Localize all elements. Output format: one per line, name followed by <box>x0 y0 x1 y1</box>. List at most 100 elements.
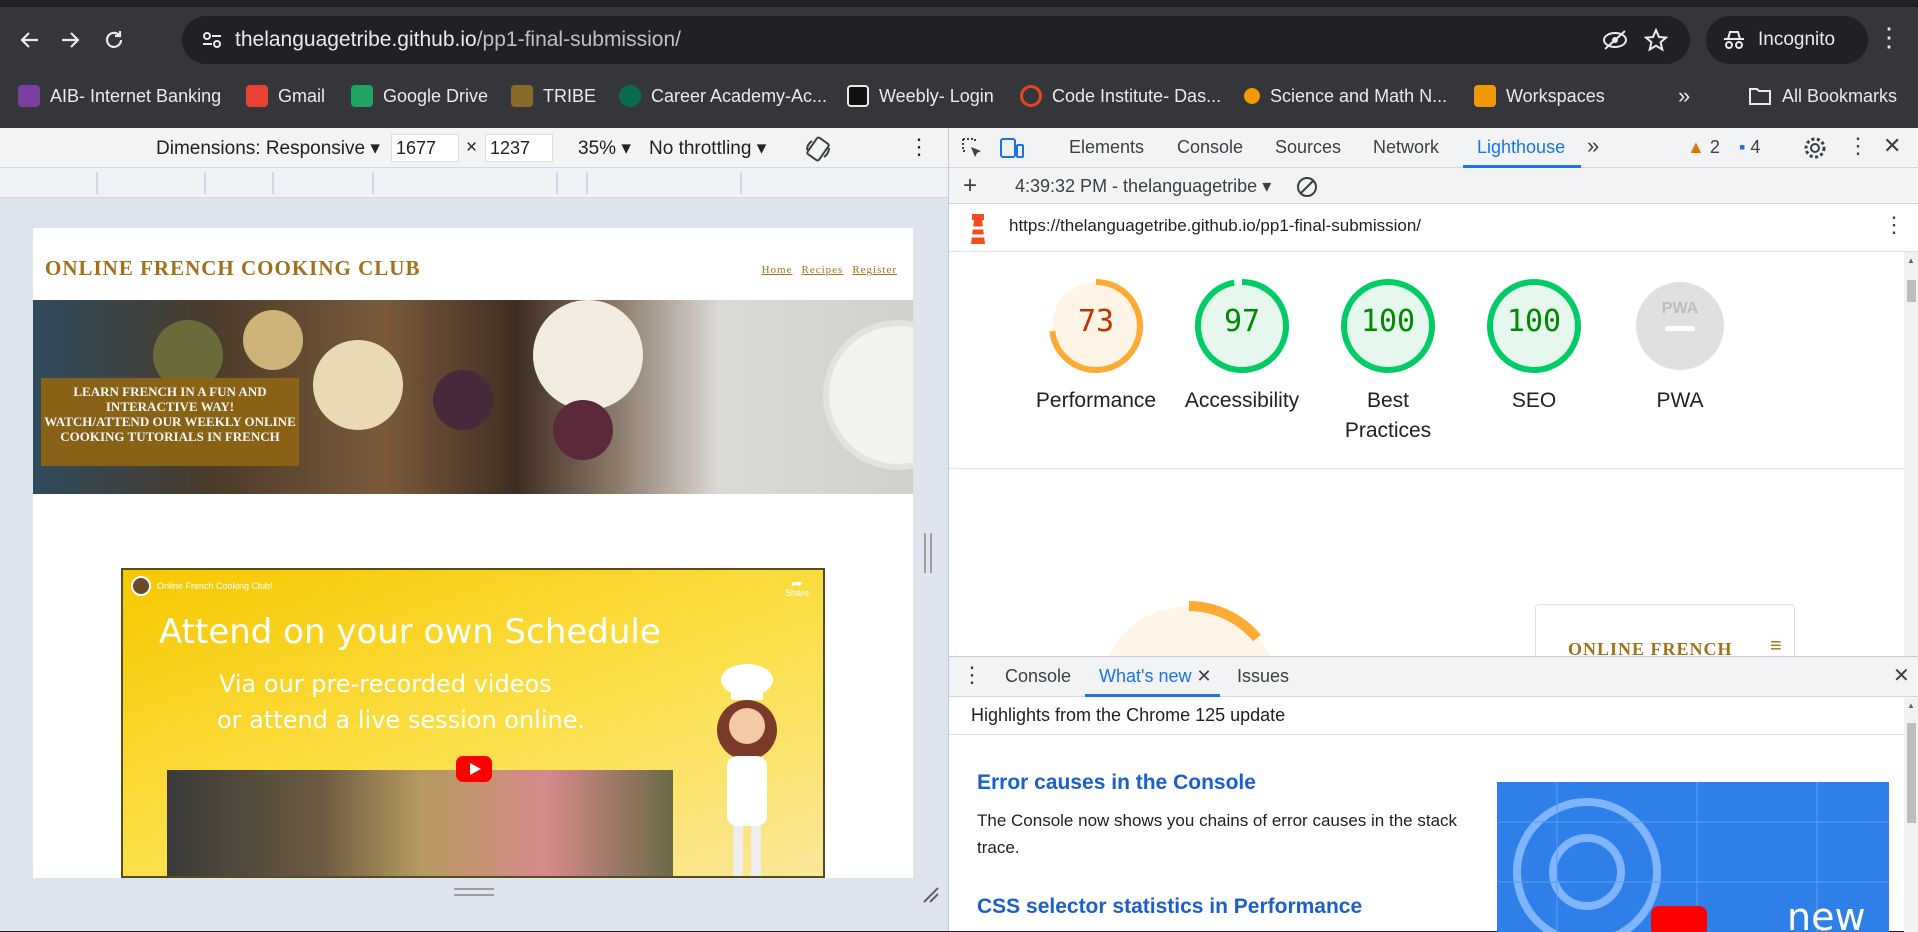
video-share-button[interactable]: ➦ Share <box>785 575 809 598</box>
devtools-menu-button[interactable]: ⋮ <box>1847 133 1869 159</box>
dimensions-dropdown[interactable]: Dimensions: Responsive ▾ <box>156 137 380 160</box>
bookmark-career-academy[interactable]: Career Academy-Ac... <box>619 82 827 110</box>
lighthouse-icon <box>971 214 985 244</box>
zoom-dropdown[interactable]: 35% ▾ <box>578 137 631 160</box>
resize-corner-icon[interactable] <box>920 884 940 904</box>
device-toolbar-toggle-icon[interactable] <box>999 137 1025 159</box>
nav-recipes-link[interactable]: Recipes <box>802 264 844 276</box>
triangle-down-icon: ▾ <box>621 138 631 159</box>
report-selector[interactable]: 4:39:32 PM - thelanguagetribe ▾ <box>1015 176 1271 197</box>
close-devtools-button[interactable]: ✕ <box>1883 133 1901 159</box>
scrollbar-thumb[interactable] <box>1907 723 1916 823</box>
eye-off-icon[interactable] <box>1602 29 1628 51</box>
share-icon: ➦ <box>791 575 803 591</box>
bookmark-workspaces[interactable]: Workspaces <box>1474 82 1605 110</box>
messages-counter[interactable]: ▪ 4 <box>1739 137 1760 158</box>
bookmark-tribe[interactable]: TRIBE <box>511 82 596 110</box>
devtools-drawer: ⋮ Console What's new ✕ Issues ✕ Highligh… <box>949 656 1918 932</box>
google-drive-icon <box>351 85 373 107</box>
viewport-resize-handle-bottom[interactable] <box>454 888 494 896</box>
bookmark-aib[interactable]: AIB- Internet Banking <box>18 82 221 110</box>
chrome-logo-graphic: new <box>1497 782 1889 932</box>
report-menu-button[interactable]: ⋮ <box>1883 212 1905 238</box>
bookmark-gmail[interactable]: Gmail <box>246 82 325 110</box>
star-icon[interactable] <box>1644 28 1668 52</box>
browser-menu-button[interactable]: ⋮ <box>1874 22 1904 58</box>
throttling-dropdown[interactable]: No throttling ▾ <box>649 137 766 160</box>
video-channel[interactable]: Online French Cooking Club! <box>131 576 273 596</box>
score-gauge-accessibility[interactable]: 97 Accessibility <box>1169 276 1315 416</box>
drawer-tab-issues[interactable]: Issues <box>1237 666 1289 687</box>
score-gauge-seo[interactable]: 100 SEO <box>1461 276 1607 416</box>
scroll-up-icon[interactable]: ▲ <box>1907 256 1915 265</box>
drawer-tab-whats-new[interactable]: What's new ✕ <box>1099 666 1212 687</box>
bookmarks-overflow-button[interactable]: » <box>1678 82 1690 110</box>
bookmark-science-math[interactable]: Science and Math N... <box>1244 82 1447 110</box>
warnings-counter[interactable]: ▲ 2 <box>1687 137 1720 158</box>
scroll-up-icon[interactable]: ▲ <box>1907 701 1915 710</box>
forward-button[interactable] <box>52 22 88 58</box>
science-math-icon <box>1244 88 1260 104</box>
score-gauge-performance[interactable]: 73 Performance <box>1023 276 1169 416</box>
rotate-icon[interactable] <box>804 136 832 162</box>
whats-new-description: The Console now shows you chains of erro… <box>977 811 1458 857</box>
tab-console[interactable]: Console <box>1177 137 1243 158</box>
nav-register-link[interactable]: Register <box>852 264 897 276</box>
bookmark-weebly[interactable]: Weebly- Login <box>847 82 994 110</box>
new-report-button[interactable]: + <box>963 172 977 200</box>
youtube-play-icon[interactable] <box>456 756 492 782</box>
clear-icon[interactable] <box>1295 175 1319 199</box>
height-input[interactable]: 1237 <box>485 134 553 162</box>
pwa-dash <box>1665 326 1695 331</box>
aib-icon <box>18 85 40 107</box>
close-icon[interactable]: ✕ <box>1197 666 1212 686</box>
reload-button[interactable] <box>96 22 132 58</box>
device-toolbar-more-button[interactable]: ⋮ <box>908 134 930 160</box>
arrow-right-icon <box>62 32 80 48</box>
thumb-text: new <box>1787 895 1866 932</box>
triangle-down-icon: ▾ <box>756 138 767 159</box>
incognito-indicator[interactable]: Incognito <box>1706 16 1868 64</box>
message-icon: ▪ <box>1739 137 1746 157</box>
score-value: 100 <box>1506 304 1562 339</box>
tab-elements[interactable]: Elements <box>1069 137 1144 158</box>
whats-new-heading[interactable]: CSS selector statistics in Performance <box>977 895 1362 919</box>
site-settings-icon[interactable] <box>200 28 224 52</box>
tab-lighthouse[interactable]: Lighthouse <box>1477 137 1565 158</box>
nav-home-link[interactable]: Home <box>762 264 793 276</box>
emulated-viewport: ONLINE FRENCH COOKING CLUB Home Recipes … <box>33 228 913 878</box>
whats-new-header: Highlights from the Chrome 125 update <box>949 697 1904 735</box>
gear-icon[interactable] <box>1803 136 1827 160</box>
whats-new-video-thumbnail[interactable]: new <box>1497 782 1889 932</box>
viewport-resize-handle-right[interactable] <box>924 533 932 573</box>
scrollbar-thumb[interactable] <box>1907 280 1916 302</box>
media-query-bar <box>586 172 676 194</box>
site-title[interactable]: ONLINE FRENCH COOKING CLUB <box>45 256 420 281</box>
width-input[interactable]: 1677 <box>391 134 459 162</box>
address-bar[interactable]: thelanguagetribe.github.io/pp1-final-sub… <box>182 16 1690 64</box>
tab-network[interactable]: Network <box>1373 137 1439 158</box>
drawer-tab-console[interactable]: Console <box>1005 666 1071 687</box>
devtools-panel: Elements Console Sources Network Lightho… <box>948 128 1918 932</box>
all-bookmarks-button[interactable]: All Bookmarks <box>1748 82 1897 110</box>
score-gauge-pwa[interactable]: PWA PWA <box>1607 276 1753 416</box>
food-bowl <box>433 370 493 430</box>
tab-sources[interactable]: Sources <box>1275 137 1341 158</box>
drawer-scrollbar[interactable]: ▲ <box>1904 697 1918 932</box>
score-gauge-best-practices[interactable]: 100 Best Practices <box>1315 276 1461 446</box>
whats-new-heading[interactable]: Error causes in the Console <box>977 771 1256 795</box>
drawer-menu-button[interactable]: ⋮ <box>961 662 983 688</box>
report-url[interactable]: https://thelanguagetribe.github.io/pp1-f… <box>1009 216 1421 236</box>
hero-line: COOKING TUTORIALS IN FRENCH <box>60 429 280 444</box>
more-tabs-button[interactable]: » <box>1587 133 1599 159</box>
close-drawer-button[interactable]: ✕ <box>1893 663 1910 688</box>
media-query-bar <box>272 172 362 194</box>
inspect-element-icon[interactable] <box>961 137 983 159</box>
bookmark-google-drive[interactable]: Google Drive <box>351 82 488 110</box>
back-button[interactable] <box>12 22 48 58</box>
bookmark-code-institute[interactable]: Code Institute- Das... <box>1020 82 1221 110</box>
more-vert-icon: ⋮ <box>1883 212 1905 237</box>
weebly-icon <box>847 85 869 107</box>
youtube-embed[interactable]: Online French Cooking Club! ➦ Share Atten… <box>121 568 825 878</box>
pwa-badge-text: PWA <box>1661 300 1699 317</box>
